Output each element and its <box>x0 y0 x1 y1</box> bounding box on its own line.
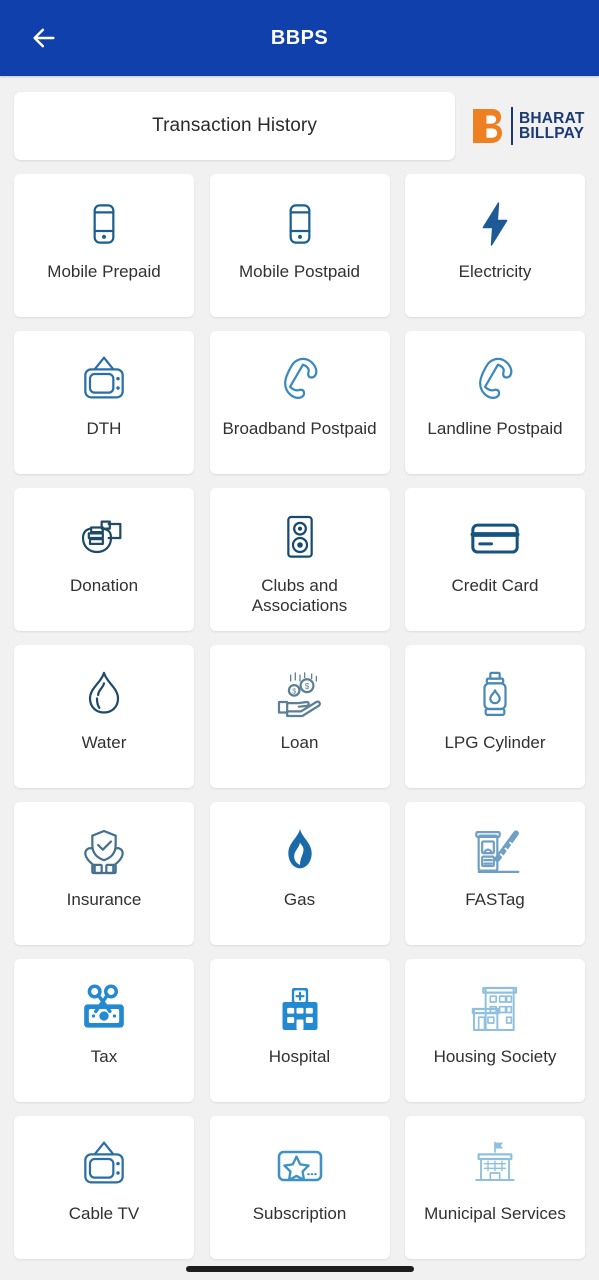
biller-tile[interactable]: Cable TV <box>14 1116 194 1259</box>
biller-tile-label: Clubs and Associations <box>251 576 348 616</box>
biller-tile[interactable]: Tax <box>14 959 194 1102</box>
biller-tile-label: Subscription <box>252 1204 347 1223</box>
biller-tile-label: Landline Postpaid <box>427 419 563 438</box>
biller-tile[interactable]: Municipal Services <box>405 1116 585 1259</box>
television-icon <box>76 1130 132 1202</box>
biller-tile[interactable]: Landline Postpaid <box>405 331 585 474</box>
toll-booth-icon <box>467 816 523 888</box>
biller-tile-label: Water <box>81 733 127 752</box>
bbps-screen: BBPS Transaction History BHARAT BILLPAY … <box>0 0 599 1280</box>
biller-tile-label: Gas <box>283 890 316 909</box>
biller-tile-label: DTH <box>86 419 122 438</box>
transaction-history-row: Transaction History BHARAT BILLPAY <box>0 76 599 170</box>
biller-category-grid: Mobile Prepaid Mobile Postpaid Electricity… <box>0 170 599 1259</box>
mobile-phone-icon <box>76 188 132 260</box>
telephone-handset-icon <box>467 345 523 417</box>
biller-tile-label: Insurance <box>66 890 142 909</box>
money-scissors-icon <box>76 973 132 1045</box>
credit-card-icon <box>467 502 523 574</box>
biller-tile-label: LPG Cylinder <box>444 733 546 752</box>
biller-tile[interactable]: Mobile Prepaid <box>14 174 194 317</box>
telephone-handset-icon <box>272 345 328 417</box>
app-header: BBPS <box>0 0 599 76</box>
biller-tile-label: Electricity <box>458 262 532 281</box>
biller-tile-label: Mobile Postpaid <box>239 262 360 281</box>
television-icon <box>76 345 132 417</box>
shield-in-hands-icon <box>76 816 132 888</box>
biller-tile-label: Credit Card <box>451 576 539 595</box>
biller-tile[interactable]: Clubs and Associations <box>209 488 390 631</box>
apartment-buildings-icon <box>467 973 523 1045</box>
logo-divider <box>511 107 513 145</box>
lightning-bolt-icon <box>467 188 523 260</box>
bharat-billpay-logo: BHARAT BILLPAY <box>465 98 585 154</box>
biller-tile[interactable]: Electricity <box>405 174 585 317</box>
biller-tile[interactable]: Gas <box>209 802 390 945</box>
government-building-icon <box>467 1130 523 1202</box>
biller-tile-label: Mobile Prepaid <box>47 262 161 281</box>
logo-wordmark: BHARAT BILLPAY <box>519 109 585 142</box>
biller-tile-label: Broadband Postpaid <box>222 419 377 438</box>
page-title: BBPS <box>270 26 329 49</box>
biller-tile-label: Tax <box>90 1047 118 1066</box>
logo-line-1: BHARAT <box>519 109 585 127</box>
biller-tile-label: FASTag <box>465 890 525 909</box>
biller-tile-label: Housing Society <box>433 1047 557 1066</box>
biller-tile-label: Loan <box>280 733 319 752</box>
biller-tile[interactable]: Credit Card <box>405 488 585 631</box>
transaction-history-label: Transaction History <box>152 115 317 136</box>
biller-tile[interactable]: Subscription <box>209 1116 390 1259</box>
biller-tile[interactable]: FASTag <box>405 802 585 945</box>
biller-tile-label: Hospital <box>268 1047 331 1066</box>
biller-tile[interactable]: Water <box>14 645 194 788</box>
donating-hand-icon <box>76 502 132 574</box>
gas-flame-icon <box>272 816 328 888</box>
mobile-phone-icon <box>272 188 328 260</box>
speaker-icon <box>272 502 328 574</box>
biller-tile[interactable]: Hospital <box>209 959 390 1102</box>
biller-tile[interactable]: Mobile Postpaid <box>209 174 390 317</box>
biller-tile-label: Cable TV <box>68 1204 140 1223</box>
biller-tile[interactable]: Housing Society <box>405 959 585 1102</box>
biller-tile[interactable]: DTH <box>14 331 194 474</box>
biller-tile[interactable]: LPG Cylinder <box>405 645 585 788</box>
biller-tile[interactable]: $ $ Loan <box>209 645 390 788</box>
back-button[interactable] <box>22 16 66 60</box>
biller-tile[interactable]: Broadband Postpaid <box>209 331 390 474</box>
biller-tile[interactable]: Donation <box>14 488 194 631</box>
gas-cylinder-icon <box>467 659 523 731</box>
hospital-icon <box>272 973 328 1045</box>
transaction-history-button[interactable]: Transaction History <box>14 92 455 160</box>
svg-text:$: $ <box>292 688 296 695</box>
home-indicator[interactable] <box>185 1266 414 1272</box>
water-drop-icon <box>76 659 132 731</box>
biller-tile-label: Municipal Services <box>424 1204 566 1223</box>
biller-tile[interactable]: Insurance <box>14 802 194 945</box>
svg-text:$: $ <box>304 682 309 691</box>
logo-line-2: BILLPAY <box>519 125 585 142</box>
bharat-billpay-mark-icon <box>473 109 502 143</box>
arrow-left-icon <box>33 28 55 48</box>
biller-tile-label: Donation <box>69 576 139 595</box>
hand-with-coins-icon: $ $ <box>272 659 328 731</box>
star-card-icon <box>272 1130 328 1202</box>
